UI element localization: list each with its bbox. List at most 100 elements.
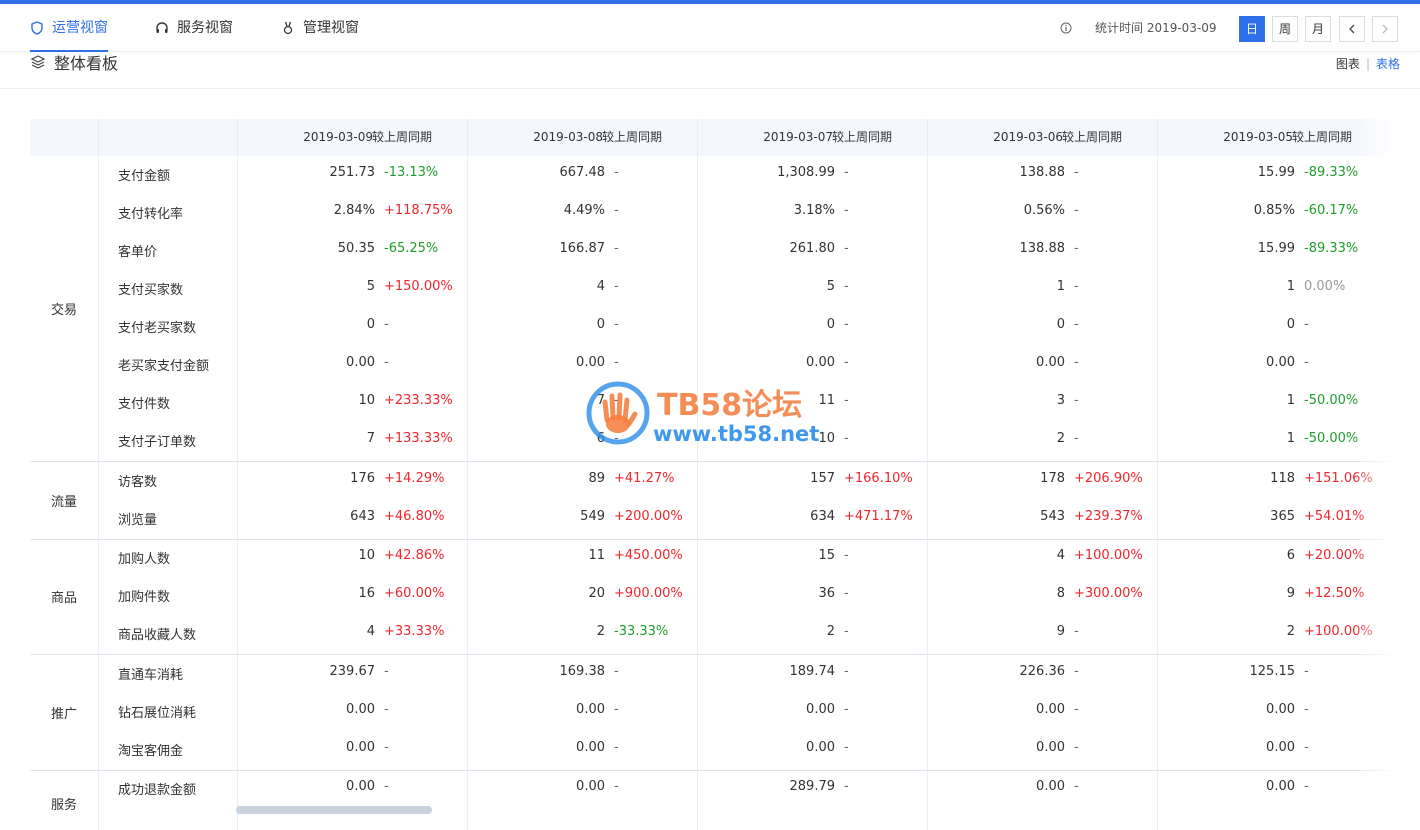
cell-change: - (1074, 279, 1079, 294)
cell-change: 0.00% (1304, 279, 1346, 294)
period-week-button[interactable]: 周 (1272, 16, 1298, 42)
cell-value: 5 (826, 279, 835, 294)
cell-change: +100.00% (1074, 548, 1143, 563)
cell-change: - (1304, 779, 1309, 794)
cell-value: 157 (810, 470, 835, 486)
group-label: 推广 (50, 706, 77, 722)
cell-change: - (614, 317, 619, 332)
group-divider (30, 461, 1390, 462)
cell-value: 251.73 (329, 165, 376, 180)
data-table: 2019-03-09 2019-03-08 2019-03-07 2019-03-06… (30, 119, 1390, 830)
horizontal-scrollbar[interactable] (236, 806, 432, 814)
cell-change: - (1304, 663, 1309, 679)
cell-change: - (1074, 663, 1079, 679)
cell-change: +14.29% (384, 470, 445, 486)
layers-icon (30, 55, 46, 69)
metric-label: 支付转化率 (118, 207, 184, 222)
period-month-button[interactable]: 月 (1305, 16, 1331, 42)
tab-management[interactable]: 管理视窗 (281, 4, 359, 52)
cell-change: - (614, 279, 619, 294)
chevron-left-icon (1349, 24, 1355, 34)
cell-change: - (1304, 317, 1309, 332)
cell-change: - (614, 779, 619, 794)
cell-value: 4.49% (563, 203, 605, 218)
cell-change: -33.33% (614, 624, 669, 639)
page-title: 整体看板 (54, 54, 119, 73)
column-compare-label: 较上周同期 (372, 130, 433, 144)
view-table-link[interactable]: 表格 (1376, 55, 1400, 72)
metric-label: 加购人数 (118, 552, 171, 567)
cell-value: 365 (1270, 508, 1295, 524)
view-switch: 图表 | 表格 (1336, 55, 1400, 72)
cell-value: 0.00 (1036, 779, 1065, 794)
cell-value: 118 (1270, 470, 1295, 486)
cell-value: 15 (818, 548, 835, 563)
cell-change: -50.00% (1304, 393, 1359, 408)
metric-label: 支付买家数 (118, 283, 184, 298)
cell-value: 0.00 (806, 739, 835, 755)
group-divider (30, 769, 1390, 771)
cell-value: 10 (818, 431, 835, 446)
top-bar: 运营视窗 服务视窗 管理视窗 统计时间 2019-03-09 日 周 月 (0, 4, 1420, 52)
cell-value: 1 (1286, 393, 1295, 408)
cell-value: 0.00 (576, 739, 605, 755)
tab-operations[interactable]: 运营视窗 (30, 4, 108, 52)
cell-value: 1 (1056, 279, 1065, 294)
view-switch-separator: | (1365, 56, 1370, 71)
cell-value: 10 (358, 548, 375, 563)
cell-value: 138.88 (1019, 241, 1066, 256)
column-divider (467, 119, 468, 830)
cell-change: - (614, 241, 619, 256)
cell-change: - (844, 241, 849, 256)
metric-label: 客单价 (118, 245, 158, 260)
column-divider (697, 119, 698, 830)
period-day-button[interactable]: 日 (1239, 16, 1265, 42)
metric-label: 支付子订单数 (118, 435, 197, 450)
info-icon[interactable] (1060, 22, 1072, 34)
column-compare-label: 较上周同期 (832, 130, 893, 144)
cell-value: 9 (1056, 624, 1065, 639)
cell-change: - (1074, 624, 1079, 639)
cell-value: 634 (810, 508, 835, 524)
cell-change: - (384, 317, 389, 332)
tab-service[interactable]: 服务视窗 (155, 4, 233, 52)
cell-change: - (844, 431, 849, 446)
view-chart-link[interactable]: 图表 (1336, 55, 1360, 72)
cell-change: -13.13% (384, 165, 439, 180)
cell-value: 543 (1040, 508, 1065, 524)
cell-value: 2 (826, 624, 835, 639)
column-compare-label: 较上周同期 (602, 130, 663, 144)
group-label: 流量 (50, 494, 77, 510)
cell-change: - (844, 701, 849, 717)
metric-label: 钻石展位消耗 (118, 705, 197, 721)
cell-change: - (844, 203, 849, 218)
cell-change: +206.90% (1074, 470, 1143, 486)
cell-change: +41.27% (614, 470, 675, 486)
cell-value: 0.00 (346, 355, 375, 370)
cell-change: +20.00% (1304, 548, 1365, 563)
cell-value: 0.00 (1266, 701, 1295, 717)
cell-change: - (384, 663, 389, 679)
stat-time: 统计时间 2019-03-09 (1095, 21, 1217, 35)
cell-value: 15.99 (1257, 165, 1295, 180)
cell-change: - (844, 663, 849, 679)
cell-value: 0.00 (346, 739, 375, 755)
cell-change: +133.33% (384, 431, 453, 446)
cell-value: 261.80 (789, 241, 836, 256)
cell-value: 1 (1286, 279, 1295, 294)
cell-change: +46.80% (384, 508, 445, 524)
cell-value: 0 (596, 317, 605, 332)
cell-change: +166.10% (844, 470, 913, 486)
cell-value: 0.00 (576, 701, 605, 717)
cell-change: - (844, 279, 849, 294)
tab-label: 服务视窗 (177, 20, 233, 36)
cell-change: +233.33% (384, 393, 453, 408)
cell-value: 166.87 (559, 241, 606, 256)
metric-label: 商品收藏人数 (118, 628, 197, 643)
cell-change: - (844, 586, 849, 601)
metric-label: 访客数 (118, 474, 158, 490)
section-header: 整体看板 (30, 52, 119, 73)
prev-period-button[interactable] (1339, 16, 1365, 42)
cell-value: 0.00 (1266, 355, 1295, 370)
next-period-button[interactable] (1372, 16, 1398, 42)
